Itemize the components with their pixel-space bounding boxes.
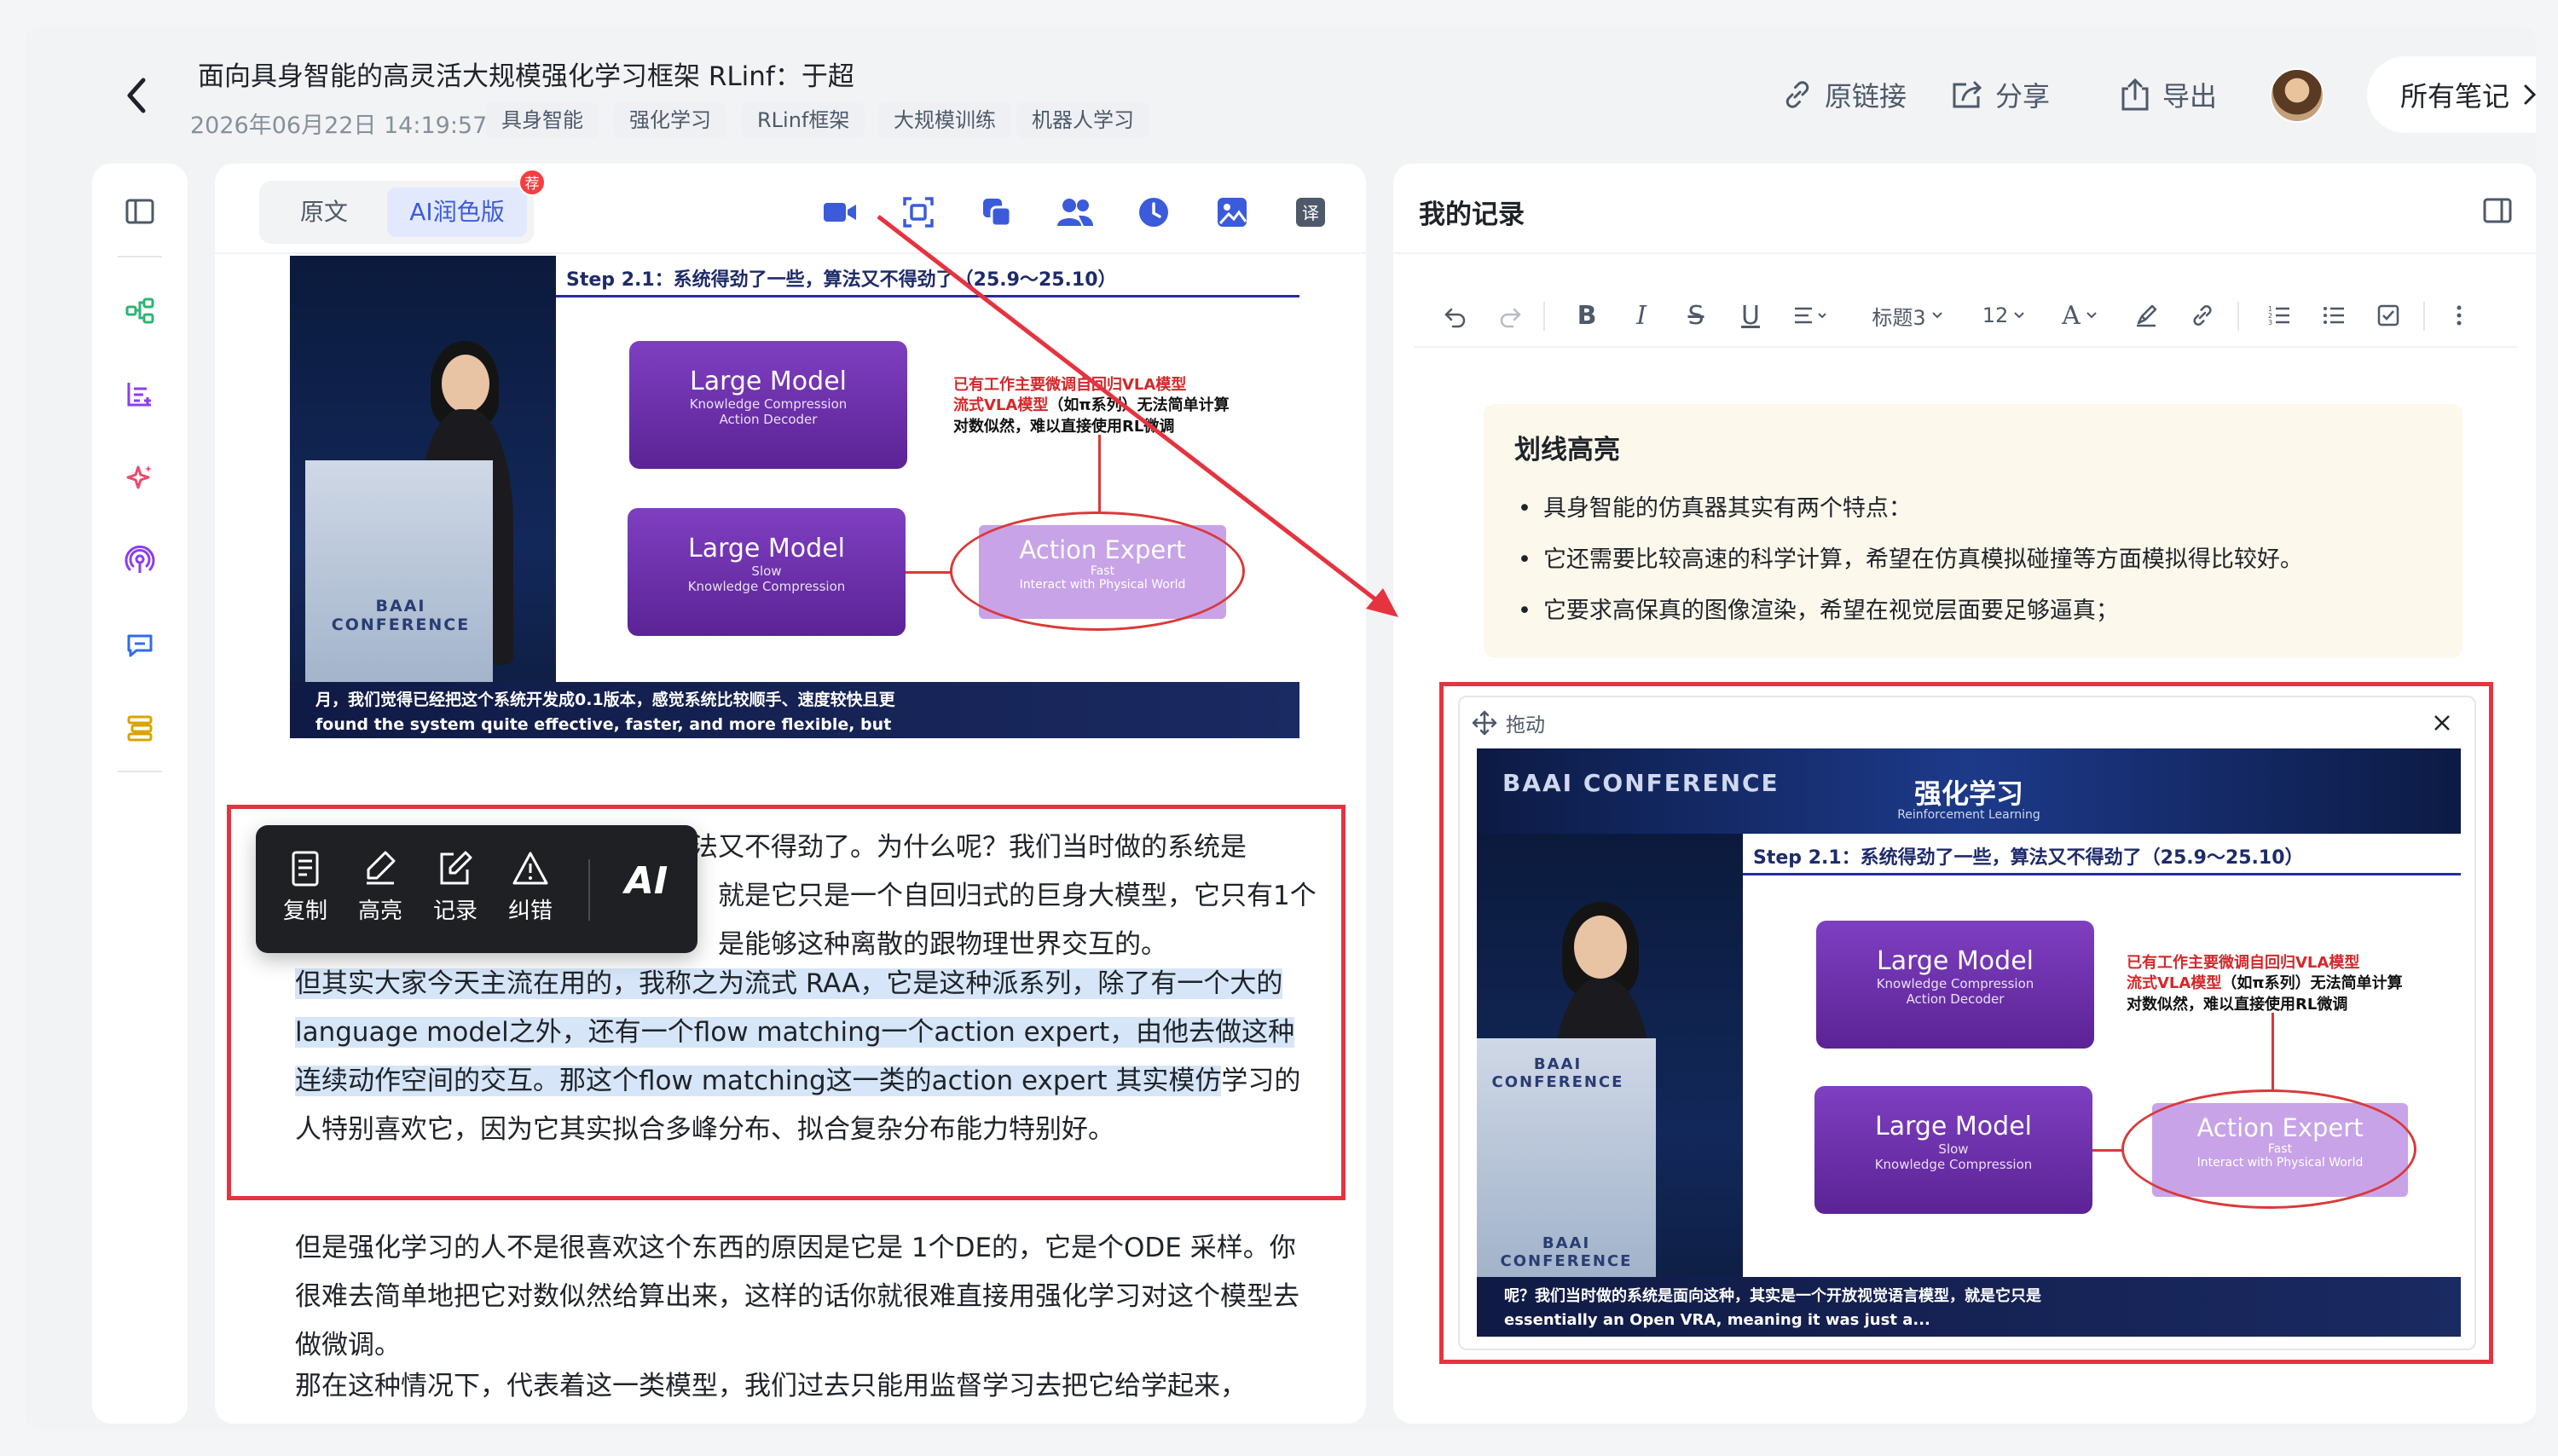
app-window: 面向具身智能的高灵活大规模强化学习框架 RLinf：于超 2026年06月22日… <box>26 26 2536 1430</box>
annotation-arrow <box>877 215 1398 617</box>
